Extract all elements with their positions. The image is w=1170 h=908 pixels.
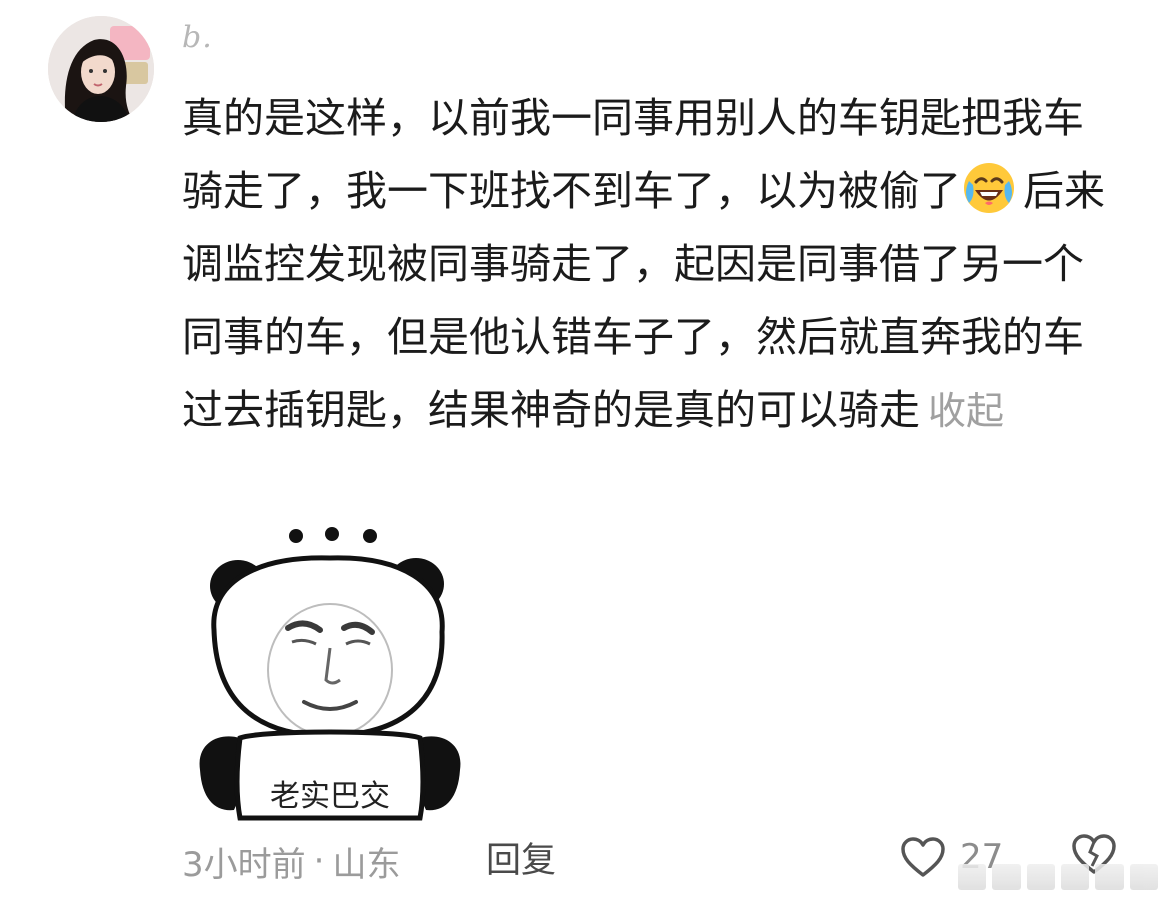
username[interactable]: b. — [182, 18, 213, 58]
meta-separator: · — [313, 841, 325, 881]
comment-time: 3小时前 — [182, 844, 306, 885]
face-with-tears-of-joy-icon — [964, 163, 1014, 213]
comment-location: 山东 — [332, 844, 401, 885]
user-avatar[interactable] — [48, 16, 154, 122]
comment-body: 真的是这样，以前我一同事用别人的车钥匙把我车骑走了，我一下班找不到车了，以为被偷… — [182, 94, 1084, 215]
heart-icon — [901, 837, 945, 877]
panda-meme-sticker[interactable]: 老实巴交 — [180, 520, 480, 824]
comment-text: 真的是这样，以前我一同事用别人的车钥匙把我车骑走了，我一下班找不到车了，以为被偷… — [182, 82, 1112, 448]
reply-button[interactable]: 回复 — [486, 838, 556, 884]
sticker-image: 老实巴交 — [199, 527, 461, 821]
watermark — [958, 864, 1158, 890]
comment-meta: 3小时前 · 山东 — [182, 838, 401, 885]
avatar-image — [48, 16, 154, 122]
sticker-caption: 老实巴交 — [270, 779, 390, 814]
collapse-link[interactable]: 收起 — [928, 389, 1004, 433]
